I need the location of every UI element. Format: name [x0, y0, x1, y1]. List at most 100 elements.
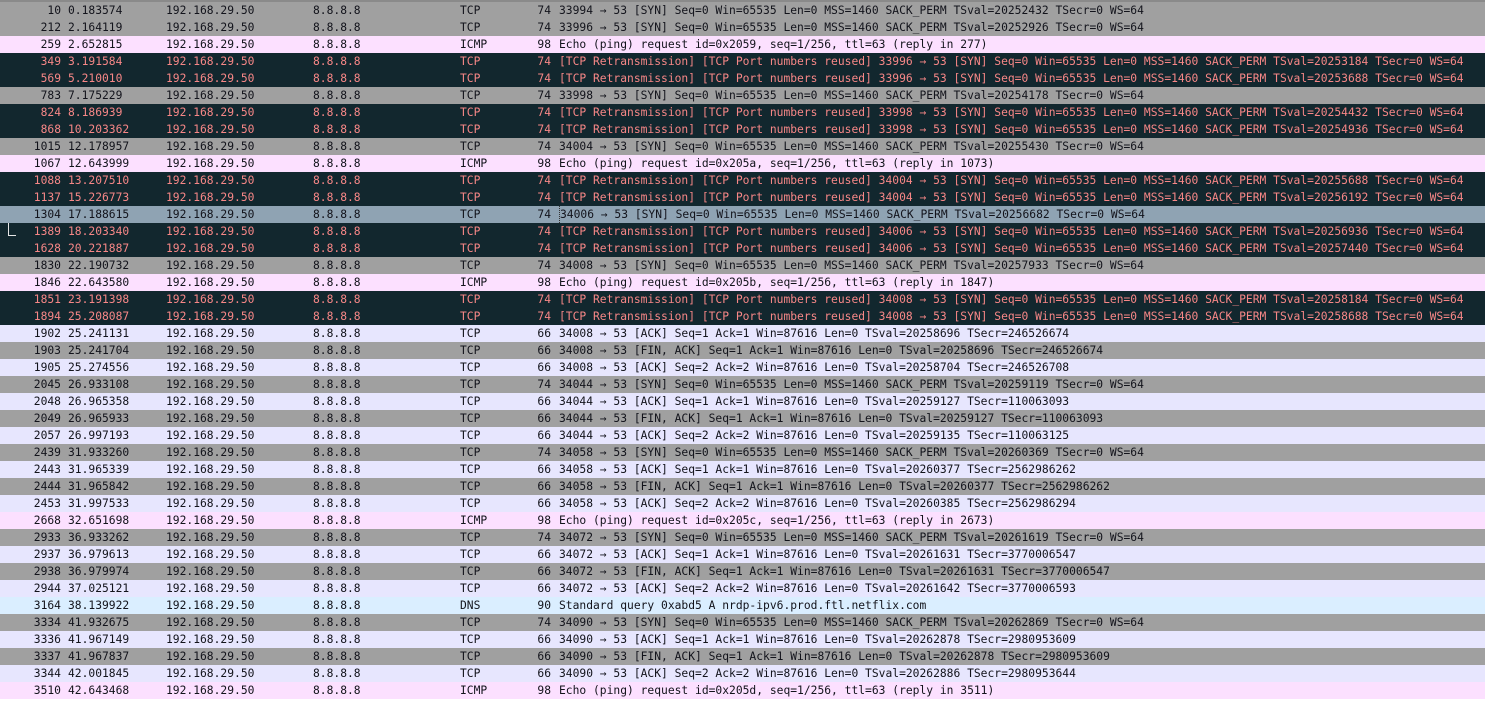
packet-row[interactable]: 259 2.652815 192.168.29.50 8.8.8.8 ICMP 98 Ech… [0, 36, 1485, 53]
packet-source: 192.168.29.50 [166, 55, 255, 68]
packet-number: 868 [40, 123, 61, 136]
packet-row[interactable]: 1830 22.190732 192.168.29.50 8.8.8.8 TCP 74 34… [0, 257, 1485, 274]
packet-row[interactable]: 3164 38.139922 192.168.29.50 8.8.8.8 DNS 90 St… [0, 597, 1485, 614]
packet-destination: 8.8.8.8 [313, 582, 361, 595]
packet-destination: 8.8.8.8 [313, 344, 361, 357]
packet-info: 34090 → 53 [ACK] Seq=2 Ack=2 Win=87616 L… [559, 667, 1076, 680]
packet-row[interactable]: 1846 22.643580 192.168.29.50 8.8.8.8 ICMP 98 E… [0, 274, 1485, 291]
packet-number: 2944 [33, 582, 61, 595]
packet-row[interactable]: 1088 13.207510 192.168.29.50 8.8.8.8 TCP 74 [T… [0, 172, 1485, 189]
packet-time: 12.643999 [68, 157, 130, 170]
packet-time: 13.207510 [68, 174, 130, 187]
packet-row-selected[interactable]: 1304 17.188615 192.168.29.50 8.8.8.8 TCP 74 34… [0, 206, 1485, 223]
packet-row[interactable]: 2944 37.025121 192.168.29.50 8.8.8.8 TCP 66 34… [0, 580, 1485, 597]
packet-row[interactable]: 2057 26.997193 192.168.29.50 8.8.8.8 TCP 66 34… [0, 427, 1485, 444]
packet-info: 33998 → 53 [SYN] Seq=0 Win=65535 Len=0 M… [559, 89, 1144, 102]
packet-row[interactable]: 2668 32.651698 192.168.29.50 8.8.8.8 ICMP 98 E… [0, 512, 1485, 529]
packet-info: Echo (ping) request id=0x205c, seq=1/256… [559, 514, 995, 527]
packet-row[interactable]: 212 2.164119 192.168.29.50 8.8.8.8 TCP 74 3399… [0, 19, 1485, 36]
packet-row[interactable]: 1067 12.643999 192.168.29.50 8.8.8.8 ICMP 98 E… [0, 155, 1485, 172]
packet-row[interactable]: 1851 23.191398 192.168.29.50 8.8.8.8 TCP 74 [T… [0, 291, 1485, 308]
packet-row[interactable]: 1905 25.274556 192.168.29.50 8.8.8.8 TCP 66 34… [0, 359, 1485, 376]
packet-row[interactable]: 1137 15.226773 192.168.29.50 8.8.8.8 TCP 74 [T… [0, 189, 1485, 206]
packet-time: 25.208087 [68, 310, 130, 323]
packet-number: 1137 [33, 191, 61, 204]
packet-destination: 8.8.8.8 [313, 225, 361, 238]
packet-time: 41.932675 [68, 616, 130, 629]
packet-row[interactable]: 1628 20.221887 192.168.29.50 8.8.8.8 TCP 74 [T… [0, 240, 1485, 257]
packet-row[interactable]: 3510 42.643468 192.168.29.50 8.8.8.8 ICMP 98 E… [0, 682, 1485, 699]
packet-protocol: TCP [460, 650, 481, 663]
packet-length: 98 [537, 684, 551, 697]
packet-destination: 8.8.8.8 [313, 497, 361, 510]
packet-number: 2439 [33, 446, 61, 459]
packet-time: 22.190732 [68, 259, 130, 272]
packet-source: 192.168.29.50 [166, 633, 255, 646]
packet-protocol: ICMP [460, 157, 488, 170]
packet-row[interactable]: 2439 31.933260 192.168.29.50 8.8.8.8 TCP 74 34… [0, 444, 1485, 461]
packet-row[interactable]: 2453 31.997533 192.168.29.50 8.8.8.8 TCP 66 34… [0, 495, 1485, 512]
packet-protocol: TCP [460, 89, 481, 102]
packet-time: 8.186939 [68, 106, 123, 119]
packet-source: 192.168.29.50 [166, 157, 255, 170]
packet-row[interactable]: 824 8.186939 192.168.29.50 8.8.8.8 TCP 74 [TCP… [0, 104, 1485, 121]
packet-destination: 8.8.8.8 [313, 174, 361, 187]
packet-number: 2443 [33, 463, 61, 476]
packet-row[interactable]: 10 0.183574 192.168.29.50 8.8.8.8 TCP 74 33994… [0, 2, 1485, 19]
packet-number: 1304 [33, 208, 61, 221]
packet-row[interactable]: 1902 25.241131 192.168.29.50 8.8.8.8 TCP 66 34… [0, 325, 1485, 342]
packet-row[interactable]: 2443 31.965339 192.168.29.50 8.8.8.8 TCP 66 34… [0, 461, 1485, 478]
packet-row[interactable]: 3337 41.967837 192.168.29.50 8.8.8.8 TCP 66 34… [0, 648, 1485, 665]
packet-list[interactable]: 10 0.183574 192.168.29.50 8.8.8.8 TCP 74 33994… [0, 0, 1485, 701]
packet-source: 192.168.29.50 [166, 480, 255, 493]
packet-row[interactable]: 2933 36.933262 192.168.29.50 8.8.8.8 TCP 74 34… [0, 529, 1485, 546]
packet-source: 192.168.29.50 [166, 310, 255, 323]
packet-row[interactable]: 2049 26.965933 192.168.29.50 8.8.8.8 TCP 66 34… [0, 410, 1485, 427]
packet-row[interactable]: 1389 18.203340 192.168.29.50 8.8.8.8 TCP 74 [T… [0, 223, 1485, 240]
packet-row[interactable]: 2938 36.979974 192.168.29.50 8.8.8.8 TCP 66 34… [0, 563, 1485, 580]
packet-source: 192.168.29.50 [166, 565, 255, 578]
packet-destination: 8.8.8.8 [313, 276, 361, 289]
packet-destination: 8.8.8.8 [313, 463, 361, 476]
packet-row[interactable]: 569 5.210010 192.168.29.50 8.8.8.8 TCP 74 [TCP… [0, 70, 1485, 87]
packet-source: 192.168.29.50 [166, 548, 255, 561]
packet-row[interactable]: 2444 31.965842 192.168.29.50 8.8.8.8 TCP 66 34… [0, 478, 1485, 495]
packet-row[interactable]: 3334 41.932675 192.168.29.50 8.8.8.8 TCP 74 34… [0, 614, 1485, 631]
packet-row[interactable]: 2045 26.933108 192.168.29.50 8.8.8.8 TCP 74 34… [0, 376, 1485, 393]
packet-number: 1851 [33, 293, 61, 306]
packet-row[interactable]: 3336 41.967149 192.168.29.50 8.8.8.8 TCP 66 34… [0, 631, 1485, 648]
packet-row[interactable]: 3344 42.001845 192.168.29.50 8.8.8.8 TCP 66 34… [0, 665, 1485, 682]
packet-info: 34072 → 53 [FIN, ACK] Seq=1 Ack=1 Win=87… [559, 565, 1110, 578]
packet-row[interactable]: 2048 26.965358 192.168.29.50 8.8.8.8 TCP 66 34… [0, 393, 1485, 410]
packet-number: 1894 [33, 310, 61, 323]
packet-row[interactable]: 1015 12.178957 192.168.29.50 8.8.8.8 TCP 74 34… [0, 138, 1485, 155]
packet-row[interactable]: 783 7.175229 192.168.29.50 8.8.8.8 TCP 74 3399… [0, 87, 1485, 104]
packet-length: 74 [537, 225, 551, 238]
packet-row[interactable]: 1894 25.208087 192.168.29.50 8.8.8.8 TCP 74 [T… [0, 308, 1485, 325]
packet-row[interactable]: 2937 36.979613 192.168.29.50 8.8.8.8 TCP 66 34… [0, 546, 1485, 563]
packet-destination: 8.8.8.8 [313, 293, 361, 306]
packet-info: 33996 → 53 [SYN] Seq=0 Win=65535 Len=0 M… [559, 21, 1144, 34]
packet-length: 66 [537, 412, 551, 425]
packet-number: 569 [40, 72, 61, 85]
packet-protocol: TCP [460, 412, 481, 425]
packet-destination: 8.8.8.8 [313, 123, 361, 136]
packet-source: 192.168.29.50 [166, 599, 255, 612]
packet-info: Echo (ping) request id=0x205b, seq=1/256… [559, 276, 995, 289]
packet-time: 12.178957 [68, 140, 130, 153]
packet-destination: 8.8.8.8 [313, 242, 361, 255]
packet-info: 34072 → 53 [ACK] Seq=1 Ack=1 Win=87616 L… [559, 548, 1076, 561]
packet-number: 10 [47, 4, 61, 17]
packet-destination: 8.8.8.8 [313, 565, 361, 578]
packet-row[interactable]: 868 10.203362 192.168.29.50 8.8.8.8 TCP 74 [TC… [0, 121, 1485, 138]
packet-protocol: TCP [460, 667, 481, 680]
packet-time: 36.979613 [68, 548, 130, 561]
packet-row[interactable]: 349 3.191584 192.168.29.50 8.8.8.8 TCP 74 [TCP… [0, 53, 1485, 70]
packet-protocol: TCP [460, 174, 481, 187]
packet-info: [TCP Retransmission] [TCP Port numbers r… [559, 293, 1464, 306]
packet-info: 34058 → 53 [FIN, ACK] Seq=1 Ack=1 Win=87… [559, 480, 1110, 493]
packet-info: 34044 → 53 [SYN] Seq=0 Win=65535 Len=0 M… [559, 378, 1144, 391]
packet-length: 74 [537, 72, 551, 85]
packet-row[interactable]: 1903 25.241704 192.168.29.50 8.8.8.8 TCP 66 34… [0, 342, 1485, 359]
packet-destination: 8.8.8.8 [313, 208, 361, 221]
